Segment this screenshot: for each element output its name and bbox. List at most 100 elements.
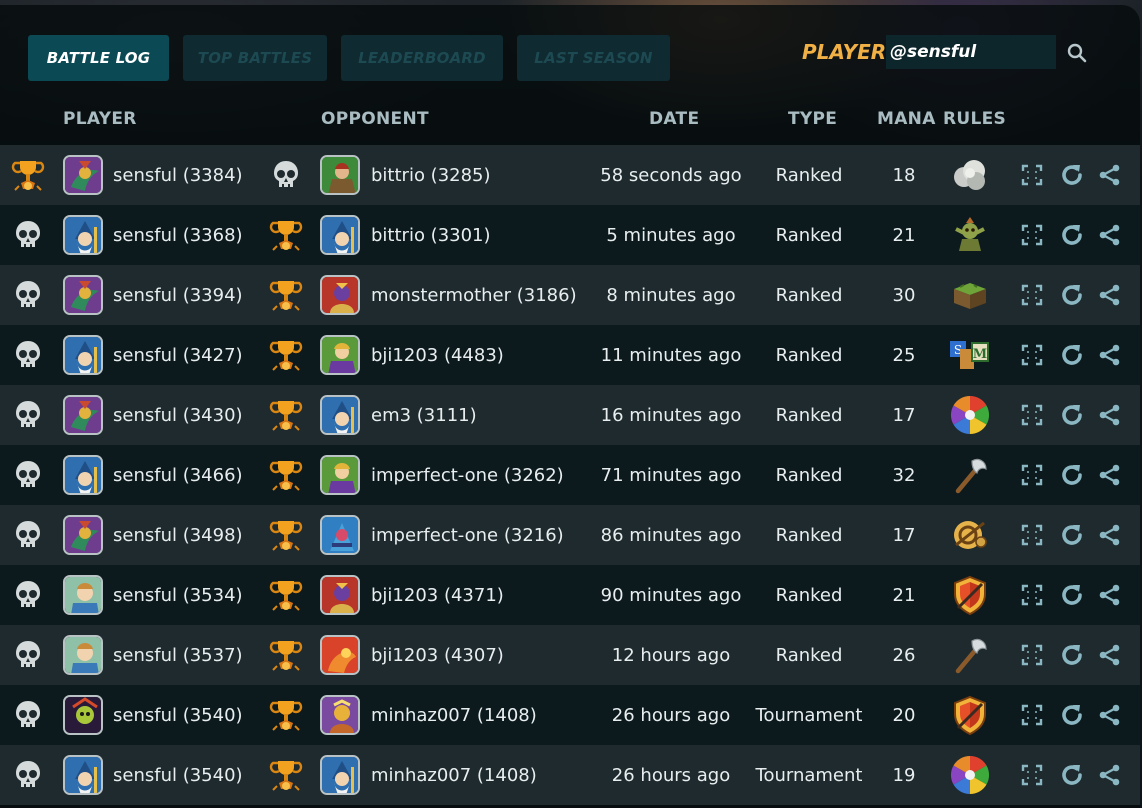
- expand-icon[interactable]: [1019, 385, 1045, 445]
- skull-icon: [268, 145, 304, 205]
- share-icon[interactable]: [1097, 445, 1123, 505]
- opponent-name[interactable]: bji1203 (4483): [371, 325, 591, 385]
- opponent-name[interactable]: imperfect-one (3262): [371, 445, 591, 505]
- share-icon[interactable]: [1097, 385, 1123, 445]
- battle-row[interactable]: sensful (3368) bittrio (3301) 5 minutes ag…: [0, 205, 1140, 265]
- replay-icon[interactable]: [1058, 565, 1086, 625]
- expand-icon[interactable]: [1019, 265, 1045, 325]
- opponent-name[interactable]: monstermother (3186): [371, 265, 591, 325]
- skull-icon: [10, 505, 46, 565]
- share-icon[interactable]: [1097, 205, 1123, 265]
- opponent-name[interactable]: em3 (3111): [371, 385, 591, 445]
- expand-icon[interactable]: [1019, 505, 1045, 565]
- share-icon[interactable]: [1097, 145, 1123, 205]
- share-icon[interactable]: [1097, 565, 1123, 625]
- expand-icon[interactable]: [1019, 325, 1045, 385]
- expand-icon[interactable]: [1019, 565, 1045, 625]
- opponent-name[interactable]: minhaz007 (1408): [371, 745, 591, 805]
- player-name[interactable]: sensful (3466): [113, 445, 263, 505]
- replay-icon[interactable]: [1058, 505, 1086, 565]
- battle-row[interactable]: sensful (3466) imperfect-one (3262) 71 min…: [0, 445, 1140, 505]
- player-avatar: [63, 745, 103, 805]
- sm-blocks-icon: SM: [948, 325, 992, 385]
- share-icon[interactable]: [1097, 745, 1123, 805]
- share-icon[interactable]: [1097, 265, 1123, 325]
- battle-row[interactable]: sensful (3394) monstermother (3186) 8 minu…: [0, 265, 1140, 325]
- battle-row[interactable]: sensful (3537) bji1203 (4307) 12 hours ago…: [0, 625, 1140, 685]
- battle-row[interactable]: sensful (3498) imperfect-one (3216) 86 min…: [0, 505, 1140, 565]
- opponent-name[interactable]: bji1203 (4307): [371, 625, 591, 685]
- player-avatar: [63, 325, 103, 385]
- share-icon[interactable]: [1097, 505, 1123, 565]
- opponent-name[interactable]: bji1203 (4371): [371, 565, 591, 625]
- tab-top-battles[interactable]: TOP BATTLES: [183, 35, 327, 81]
- player-name[interactable]: sensful (3537): [113, 625, 263, 685]
- battle-date: 71 minutes ago: [600, 464, 742, 486]
- expand-icon[interactable]: [1019, 145, 1045, 205]
- player-name[interactable]: sensful (3430): [113, 385, 263, 445]
- player-name[interactable]: sensful (3534): [113, 565, 263, 625]
- goblin-icon: [948, 205, 992, 265]
- expand-icon[interactable]: [1019, 205, 1045, 265]
- expand-icon[interactable]: [1019, 685, 1045, 745]
- battle-date: 12 hours ago: [611, 644, 731, 666]
- opponent-avatar: [320, 265, 360, 325]
- battle-row[interactable]: sensful (3540) minhaz007 (1408) 26 hours a…: [0, 685, 1140, 745]
- expand-icon[interactable]: [1019, 625, 1045, 685]
- battle-type: Ranked: [775, 224, 843, 246]
- tab-last-season[interactable]: LAST SEASON: [517, 35, 670, 81]
- battle-type: Ranked: [775, 644, 843, 666]
- opponent-name[interactable]: imperfect-one (3216): [371, 505, 591, 565]
- replay-icon[interactable]: [1058, 445, 1086, 505]
- replay-icon[interactable]: [1058, 625, 1086, 685]
- dust-cloud-icon: [948, 145, 992, 205]
- battle-row[interactable]: sensful (3384) bittrio (3285) 58 seconds a…: [0, 145, 1140, 205]
- player-avatar: [63, 205, 103, 265]
- tab-leaderboard[interactable]: LEADERBOARD: [341, 35, 503, 81]
- battle-type: Ranked: [775, 464, 843, 486]
- replay-icon[interactable]: [1058, 685, 1086, 745]
- skull-icon: [10, 205, 46, 265]
- opponent-name[interactable]: bittrio (3301): [371, 205, 591, 265]
- opponent-name[interactable]: bittrio (3285): [371, 145, 591, 205]
- replay-icon[interactable]: [1058, 325, 1086, 385]
- trophy-icon: [268, 745, 304, 805]
- replay-icon[interactable]: [1058, 265, 1086, 325]
- player-name[interactable]: sensful (3368): [113, 205, 263, 265]
- player-name[interactable]: sensful (3540): [113, 745, 263, 805]
- search-icon[interactable]: [1066, 42, 1088, 64]
- battle-row[interactable]: sensful (3430) em3 (3111) 16 minutes ago Ra…: [0, 385, 1140, 445]
- battle-row[interactable]: sensful (3540) minhaz007 (1408) 26 hours a…: [0, 745, 1140, 805]
- player-avatar: [63, 265, 103, 325]
- expand-icon[interactable]: [1019, 445, 1045, 505]
- player-name[interactable]: sensful (3384): [113, 145, 263, 205]
- battle-row[interactable]: sensful (3427) bji1203 (4483) 11 minutes a…: [0, 325, 1140, 385]
- shield-icon: [948, 565, 992, 625]
- tab-battle-log[interactable]: BATTLE LOG: [28, 35, 169, 81]
- expand-icon[interactable]: [1019, 745, 1045, 805]
- replay-icon[interactable]: [1058, 205, 1086, 265]
- player-name[interactable]: sensful (3427): [113, 325, 263, 385]
- player-name[interactable]: sensful (3394): [113, 265, 263, 325]
- opponent-avatar: [320, 445, 360, 505]
- share-icon[interactable]: [1097, 685, 1123, 745]
- share-icon[interactable]: [1097, 625, 1123, 685]
- replay-icon[interactable]: [1058, 745, 1086, 805]
- player-search-input[interactable]: [886, 35, 1056, 69]
- share-icon[interactable]: [1097, 325, 1123, 385]
- trophy-icon: [268, 325, 304, 385]
- mana-cap: 19: [892, 764, 916, 786]
- player-filter-label: PLAYER:: [802, 40, 895, 64]
- battle-row[interactable]: sensful (3534) bji1203 (4371) 90 minutes a…: [0, 565, 1140, 625]
- skull-icon: [10, 445, 46, 505]
- svg-text:M: M: [973, 347, 987, 362]
- trophy-icon: [268, 445, 304, 505]
- player-name[interactable]: sensful (3540): [113, 685, 263, 745]
- player-avatar: [63, 565, 103, 625]
- player-name[interactable]: sensful (3498): [113, 505, 263, 565]
- replay-icon[interactable]: [1058, 145, 1086, 205]
- opponent-avatar: [320, 505, 360, 565]
- battle-type: Tournament: [755, 704, 863, 726]
- opponent-name[interactable]: minhaz007 (1408): [371, 685, 591, 745]
- replay-icon[interactable]: [1058, 385, 1086, 445]
